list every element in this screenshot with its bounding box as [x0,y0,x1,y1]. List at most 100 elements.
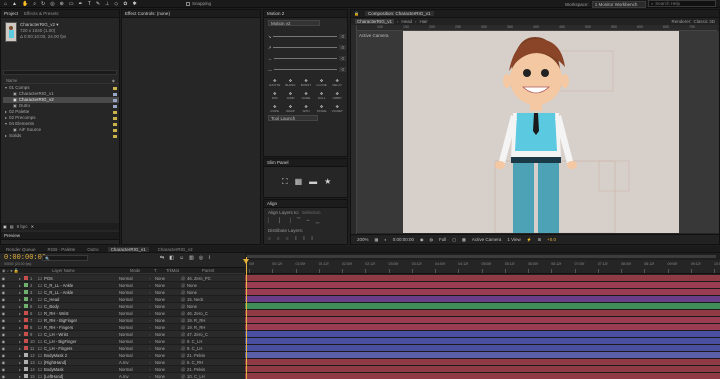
motion-slider-track[interactable] [274,58,338,59]
motion-button[interactable]: ✥ NAME [298,91,314,100]
eraser-tool-icon[interactable]: ◇ [114,1,118,7]
project-search-input[interactable] [3,70,117,75]
label-color-swatch[interactable] [24,297,28,301]
time-ruler[interactable]: 00f 00:12f 01:00f 01:12f 02:00f 02:12f 03:00f 0… [245,260,720,274]
playhead-handle[interactable] [243,259,249,264]
visibility-eye-icon[interactable]: ◉ [0,325,7,330]
distribute-vcenter-icon[interactable]: ≡ [277,236,280,242]
tab-timeline-3[interactable]: CharacterRIG_v1 [107,246,149,252]
film-icon[interactable]: ▬ [309,177,317,187]
layer-mode-dropdown[interactable]: Normal [119,325,149,330]
layer-parent-dropdown[interactable]: 9. C_LH [187,339,227,344]
layer-mode-dropdown[interactable]: A.Inv [119,360,149,365]
layer-mode-dropdown[interactable]: Normal [119,318,149,323]
motion-button[interactable]: ✥ WARP [283,104,299,113]
visibility-eye-icon[interactable]: ◉ [0,374,7,379]
label-color-swatch[interactable] [24,353,28,357]
layer-row[interactable]: ◉ ▸ 8 ☐ R_RH - Fingers Normal ▫ None @19. R_RH [0,324,245,331]
tab-project[interactable]: Project [4,11,18,16]
layer-parent-dropdown[interactable]: 21. Pelvis [187,353,227,358]
camera-tool-icon[interactable]: ◎ [50,1,54,7]
layer-row[interactable]: ◉ ▸ 9 ☐ C_LH - Wrist Normal ▫ None @47. Zero_C [0,331,245,338]
layer-parent-dropdown[interactable]: 19. R_RH [187,318,227,323]
grid-icon[interactable]: ▦ [295,177,303,187]
tab-preview[interactable]: Preview [4,233,20,238]
motion-preset-dropdown[interactable]: Motion v2 [268,20,320,26]
current-time-indicator[interactable] [246,257,247,379]
pan-behind-icon[interactable]: ⊕ [60,1,64,7]
zoom-dropdown[interactable]: 200% [357,237,369,242]
tag-icon[interactable]: ◆ [112,78,115,83]
crop-icon[interactable]: ⛶ [282,177,288,187]
visibility-eye-icon[interactable]: ◉ [0,346,7,351]
align-top-icon[interactable]: ▔ [297,218,301,224]
layer-duration-bar[interactable] [245,359,720,366]
label-color-swatch[interactable] [113,134,117,138]
visibility-eye-icon[interactable]: ◉ [0,304,7,309]
mask-icon[interactable]: ◐ [384,237,386,242]
layer-duration-bar[interactable] [245,317,720,324]
hand-tool-icon[interactable]: ✋ [22,1,28,7]
visibility-eye-icon[interactable]: ◉ [0,297,7,302]
tab-timeline-4[interactable]: CharacterRIG_v2 [155,247,196,252]
layer-trkmat-dropdown[interactable]: None [155,339,181,344]
layer-name[interactable]: BodyMask 2 [44,353,119,358]
align-center-icon[interactable]: ┃ [278,218,281,224]
layer-row[interactable]: ◉ ▸ 6 ☐ R_RH - Wrist Normal ▫ None @46. Zero_C [0,310,245,317]
col-t[interactable]: T [136,268,157,273]
distribute-bottom-icon[interactable]: ≡ [286,236,289,242]
layer-parent-dropdown[interactable]: 9. C_LH [187,346,227,351]
motion-slider-track[interactable] [273,36,338,37]
tab-align[interactable]: Align [267,201,277,206]
comp-mini-flowchart-icon[interactable]: ⇆ [160,255,164,261]
layer-name[interactable]: R_RH - Fingers [44,325,119,330]
layer-duration-bar[interactable] [245,310,720,317]
distribute-hcenter-icon[interactable]: ⫴ [303,236,305,242]
layer-row[interactable]: ◉ ▸ 1 ☐ POS Normal ▫ None @46. Zero_PC [0,275,245,282]
tab-timeline-2[interactable]: Outro [84,247,101,252]
label-color-swatch[interactable] [24,318,28,322]
layer-name[interactable]: C_LH - Wrist [44,332,119,337]
interpret-footage-icon[interactable]: ▣ [3,224,7,229]
motion-button[interactable]: ✥ JUMP [283,91,299,100]
align-right-icon[interactable]: ▕ [287,218,291,224]
layer-trkmat-dropdown[interactable]: None [155,360,181,365]
motion-button[interactable]: ✥ DIM [267,91,283,100]
motion-slider-track[interactable] [273,47,338,48]
col-mode[interactable]: Mode [100,268,140,273]
motion-button[interactable]: ✥ SPIN [298,104,314,113]
chevron-down-icon[interactable]: ▾ [5,85,7,91]
layer-name[interactable]: C_R_LL - Ankle [44,283,119,288]
label-color-swatch[interactable] [24,283,28,287]
label-color-swatch[interactable] [113,122,117,126]
layer-name[interactable]: C_LH - Fingers [44,346,119,351]
label-color-swatch[interactable] [113,86,117,90]
tab-slim-panel[interactable]: Slim Panel [267,160,289,165]
workspace-dropdown[interactable]: 1 Monitor Workbench [591,1,647,8]
layer-parent-dropdown[interactable]: 19. R_RH [187,325,227,330]
motion-button[interactable]: ✥ NULL [314,91,330,100]
layer-mode-dropdown[interactable]: Normal [119,283,149,288]
chevron-down-icon[interactable]: ▾ [5,121,7,127]
layer-trkmat-dropdown[interactable]: None [155,276,181,281]
align-layers-dropdown[interactable]: Selection [302,210,321,215]
breadcrumb-item[interactable]: Hair [419,19,427,24]
exposure-value[interactable]: +0.0 [547,237,556,242]
distribute-right-icon[interactable]: ⫴ [311,236,313,242]
label-color-swatch[interactable] [24,290,28,294]
layer-mode-dropdown[interactable]: Normal [119,367,149,372]
layer-mode-dropdown[interactable]: Normal [119,311,149,316]
resolution-dropdown[interactable]: Full [439,237,446,242]
layer-duration-bar[interactable] [245,338,720,345]
label-color-swatch[interactable] [24,339,28,343]
layer-name[interactable]: C_R_LL - Ankle [44,290,119,295]
tool-launch-dropdown[interactable]: Tool Launch [268,115,318,121]
search-help-field[interactable]: ⌕ Search Help [648,0,716,7]
layer-parent-dropdown[interactable]: 46. Zero_C [187,311,227,316]
motion-button[interactable]: ✥ ROPE [267,104,283,113]
layer-mode-dropdown[interactable]: Normal [119,290,149,295]
layer-duration-bar[interactable] [245,373,720,379]
shy-layers-icon[interactable]: ☺ [179,255,184,261]
visibility-eye-icon[interactable]: ◉ [0,367,7,372]
motion-blur-icon[interactable]: ◎ [199,255,203,261]
